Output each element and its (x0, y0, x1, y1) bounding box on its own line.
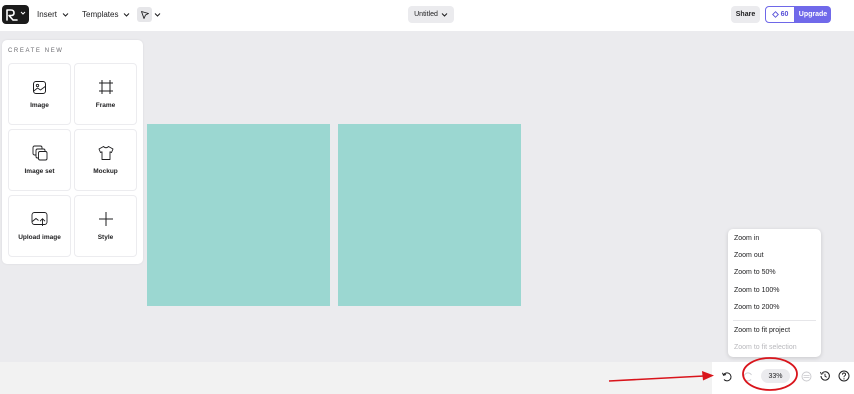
chevron-down-icon (62, 13, 69, 17)
chevron-down-icon (20, 11, 26, 15)
insert-label: Insert (37, 10, 58, 19)
tile-label: Image (30, 101, 49, 109)
chevron-down-icon (154, 13, 161, 17)
templates-menu[interactable]: Templates (82, 5, 130, 24)
zoom-out-item[interactable]: Zoom out (734, 252, 764, 259)
help-button[interactable] (837, 369, 851, 383)
image-set-icon (32, 145, 47, 161)
create-style-tile[interactable]: Style (74, 195, 137, 257)
create-new-title: CREATE NEW (8, 48, 64, 54)
zoom-100-item[interactable]: Zoom to 100% (734, 287, 780, 294)
layers-button[interactable] (800, 370, 813, 383)
zoom-200-item[interactable]: Zoom to 200% (734, 304, 780, 311)
canvas-frame-right[interactable] (338, 124, 521, 306)
image-icon (33, 80, 46, 94)
tile-label: Frame (95, 102, 116, 109)
zoom-fit-project-item[interactable]: Zoom to fit project (734, 327, 790, 334)
upload-image-icon (31, 212, 48, 226)
tile-label: Mockup (93, 168, 118, 175)
tile-label: Upload image (18, 234, 61, 241)
layers-icon (801, 371, 812, 382)
cursor-icon (140, 10, 149, 19)
top-toolbar: Insert Templates Untitled Share 60 Upgra… (0, 0, 854, 31)
pointer-tool[interactable] (137, 7, 152, 22)
zoom-in-item[interactable]: Zoom in (734, 235, 759, 242)
create-frame-tile[interactable]: Frame (74, 63, 137, 125)
select-tool-button[interactable] (137, 5, 164, 24)
chevron-down-icon (124, 13, 130, 17)
style-icon (98, 212, 113, 226)
zoom-fit-selection-item: Zoom to fit selection (734, 344, 797, 351)
history-icon (820, 371, 830, 381)
document-title-button[interactable]: Untitled (408, 6, 454, 23)
chevron-down-icon (441, 13, 448, 17)
history-button[interactable] (818, 369, 832, 383)
credits-button[interactable]: 60 (765, 6, 795, 23)
app-menu-button[interactable] (2, 5, 29, 24)
create-image-set-tile[interactable]: Image set (8, 129, 71, 191)
help-icon (838, 370, 850, 382)
insert-menu[interactable]: Insert (37, 5, 69, 24)
redo-icon (743, 372, 752, 382)
logo-icon (6, 9, 18, 21)
menu-divider (733, 320, 816, 321)
tile-label: Style (97, 234, 114, 241)
shirt-icon (98, 146, 113, 160)
document-title: Untitled (414, 11, 438, 18)
create-new-panel: CREATE NEW Image Frame Image set Mockup (2, 40, 143, 264)
zoom-menu: Zoom in Zoom out Zoom to 50% Zoom to 100… (728, 229, 821, 357)
create-image-tile[interactable]: Image (8, 63, 71, 125)
templates-label: Templates (82, 10, 119, 19)
upgrade-button[interactable]: Upgrade (795, 6, 831, 23)
share-button[interactable]: Share (731, 6, 760, 23)
diamond-icon (771, 11, 779, 18)
create-upload-image-tile[interactable]: Upload image (8, 195, 71, 257)
zoom-level-button[interactable]: 33% (761, 369, 790, 383)
create-mockup-tile[interactable]: Mockup (74, 129, 137, 191)
zoom-50-item[interactable]: Zoom to 50% (734, 269, 776, 276)
tile-label: Image set (24, 168, 55, 175)
canvas-frame-left[interactable] (147, 124, 330, 306)
credits-count: 60 (780, 11, 789, 18)
undo-button[interactable] (720, 370, 733, 383)
undo-icon (722, 372, 732, 382)
frame-icon (98, 80, 113, 94)
redo-button[interactable] (742, 370, 755, 383)
